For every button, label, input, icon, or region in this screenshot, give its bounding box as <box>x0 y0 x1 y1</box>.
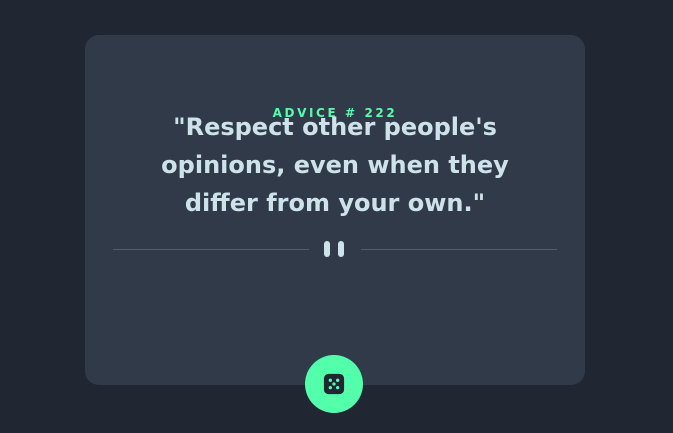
advice-quote: "Respect other people's opinions, even w… <box>85 108 585 222</box>
divider-line-right <box>361 249 557 250</box>
quote-line: differ from your own." <box>184 189 486 217</box>
pause-icon <box>324 241 346 257</box>
advice-page: ADVICE # 222 "Respect other people's opi… <box>0 0 673 433</box>
divider-line-left <box>113 249 309 250</box>
quote-line: "Respect other people's <box>173 113 497 141</box>
quote-line: opinions, even when they <box>161 151 509 179</box>
divider <box>113 240 557 260</box>
dice-icon <box>323 373 345 395</box>
new-advice-button[interactable] <box>305 355 363 413</box>
